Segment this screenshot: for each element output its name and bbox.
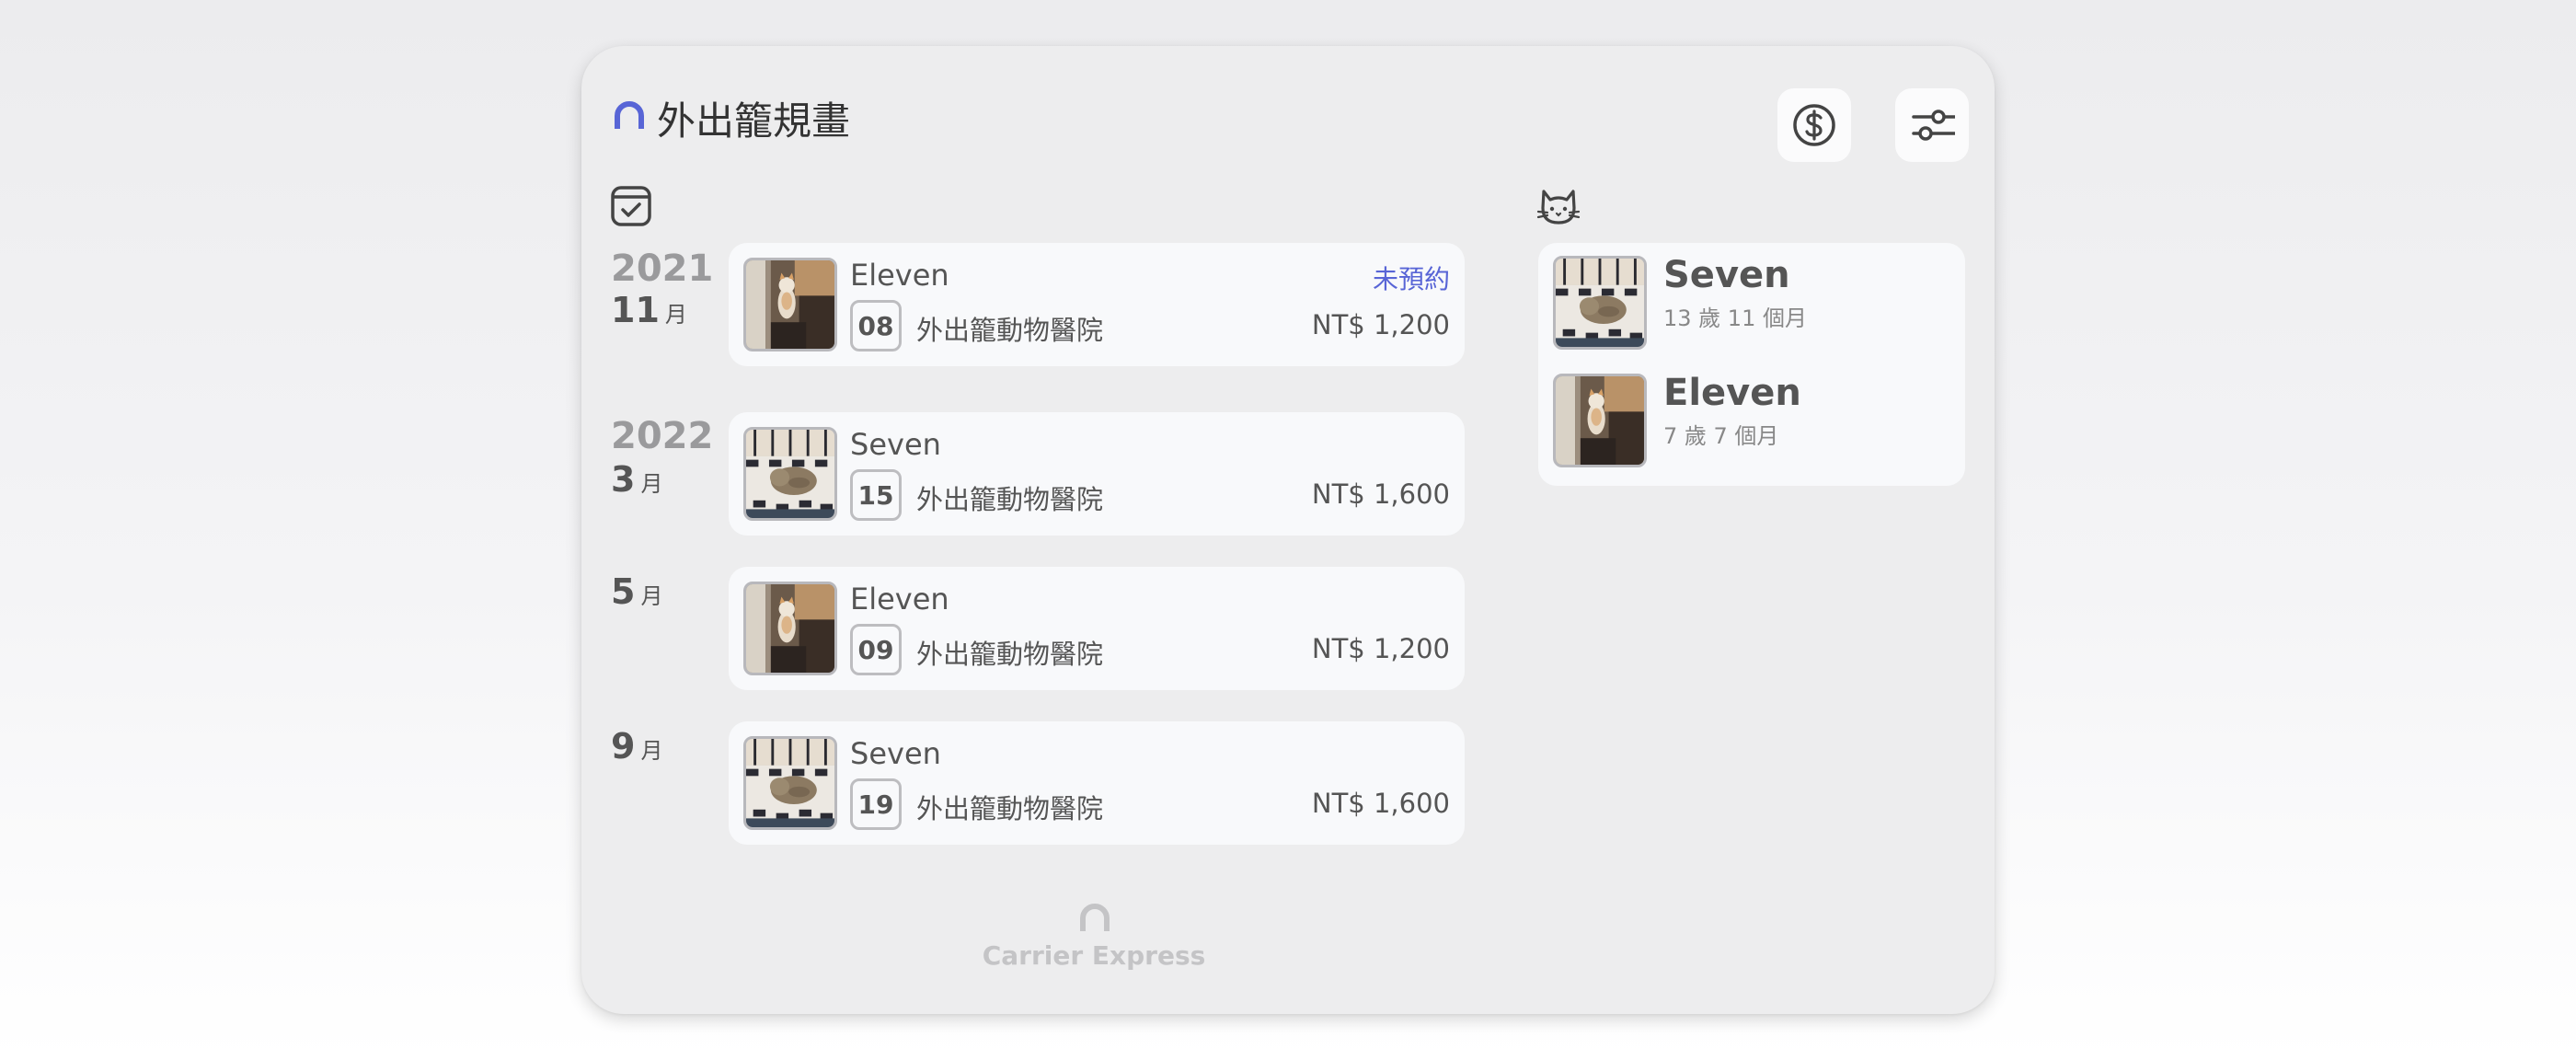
trip-pet-name: Seven [850, 427, 941, 462]
month-label: 9月 [611, 729, 662, 764]
month-unit: 月 [664, 302, 687, 328]
pricing-button[interactable] [1777, 88, 1851, 162]
year-label: 2022 [611, 415, 714, 457]
trip-hospital: 外出籠動物醫院 [916, 315, 1104, 346]
year-label: 2021 [611, 248, 714, 290]
pet-photo [743, 258, 837, 351]
trip-pet-name: Seven [850, 736, 941, 771]
trip-day: 19 [850, 778, 902, 830]
pets-panel: Seven 13 歲 11 個月 Eleven 7 歲 7 個月 [1538, 243, 1965, 486]
footer-logo-icon [1080, 904, 1110, 931]
month-unit: 月 [640, 583, 663, 609]
carrier-logo-icon [615, 101, 644, 129]
dollar-circle-icon [1793, 104, 1835, 146]
trip-status: 未預約 [1372, 264, 1450, 294]
trip-day: 15 [850, 469, 902, 521]
trip-hospital: 外出籠動物醫院 [916, 484, 1104, 515]
month-label: 11 月 [611, 293, 687, 328]
pet-age: 7 歲 7 個月 [1663, 423, 1779, 449]
month-unit: 月 [640, 738, 663, 764]
calendar-check-icon [611, 186, 651, 226]
month-number: 5 [611, 571, 636, 612]
month-label: 5月 [611, 574, 662, 609]
sliders-icon [1912, 109, 1955, 141]
trip-pet-name: Eleven [850, 258, 949, 293]
month-number: 3 [611, 459, 636, 500]
month-number: 11 [611, 290, 660, 330]
pet-name[interactable]: Seven [1663, 254, 1790, 296]
trip-price: NT$ 1,600 [1311, 788, 1450, 819]
pet-photo[interactable] [1553, 374, 1647, 467]
pet-name[interactable]: Eleven [1663, 372, 1801, 414]
settings-button[interactable] [1895, 88, 1969, 162]
month-unit: 月 [640, 471, 663, 497]
pet-age: 13 歲 11 個月 [1663, 305, 1807, 331]
trip-price: NT$ 1,200 [1311, 309, 1450, 340]
month-number: 9 [611, 726, 636, 766]
pet-photo[interactable] [1553, 256, 1647, 350]
pet-photo [743, 427, 837, 521]
month-label: 3月 [611, 462, 662, 497]
trip-price: NT$ 1,200 [1311, 633, 1450, 664]
trip-card[interactable]: Seven 19 外出籠動物醫院 NT$ 1,600 [729, 721, 1465, 845]
trip-card[interactable]: Eleven 09 外出籠動物醫院 NT$ 1,200 [729, 567, 1465, 690]
trip-hospital: 外出籠動物醫院 [916, 639, 1104, 670]
trip-card[interactable]: Eleven 未預約 08 外出籠動物醫院 NT$ 1,200 [729, 243, 1465, 366]
trip-hospital: 外出籠動物醫院 [916, 793, 1104, 824]
trip-day: 08 [850, 300, 902, 351]
pet-photo [743, 582, 837, 675]
cat-face-icon [1536, 190, 1581, 225]
trip-card[interactable]: Seven 15 外出籠動物醫院 NT$ 1,600 [729, 412, 1465, 536]
footer-brand: Carrier Express [982, 940, 1206, 971]
trip-price: NT$ 1,600 [1311, 478, 1450, 510]
trip-pet-name: Eleven [850, 582, 949, 616]
planner-card: 外出籠規畫 2021 11 月 2022 3月 5月 9 月 Eleven 未預… [581, 46, 1995, 1014]
page-title: 外出籠規畫 [657, 98, 851, 144]
pet-photo [743, 736, 837, 830]
trip-day: 09 [850, 624, 902, 675]
